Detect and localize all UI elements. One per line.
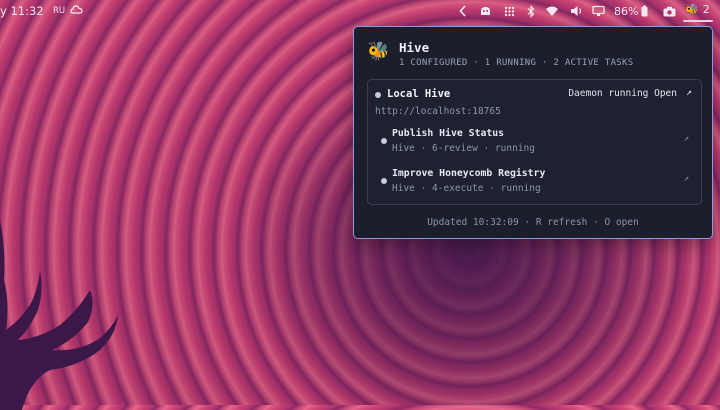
antler-silhouette: [0, 220, 118, 410]
battery-percentage[interactable]: 86%: [614, 5, 638, 18]
hive-card: Local Hive Daemon running Open ↗ http://…: [367, 79, 702, 205]
popup-footer: Updated 10:32:09 · R refresh · O open: [427, 217, 639, 228]
task-meta: Hive · 4-execute · running: [392, 183, 541, 194]
clock[interactable]: y 11:32: [0, 4, 44, 18]
external-link-icon[interactable]: ↗: [684, 174, 689, 184]
status-dot-icon: [375, 92, 381, 98]
status-dot-icon: [381, 138, 387, 144]
active-indicator: [683, 20, 713, 22]
volume-icon[interactable]: [569, 3, 583, 19]
camera-icon[interactable]: [662, 3, 676, 19]
chevron-left-icon[interactable]: [458, 3, 468, 19]
external-link-icon[interactable]: ↗: [684, 134, 689, 144]
hive-open-link[interactable]: Daemon running Open: [568, 88, 677, 99]
popup-summary: 1 CONFIGURED · 1 RUNNING · 2 ACTIVE TASK…: [399, 58, 634, 68]
external-link-icon[interactable]: ↗: [686, 87, 692, 98]
status-dot-icon: [381, 178, 387, 184]
weather-icon[interactable]: [70, 3, 84, 20]
hive-tray-button[interactable]: 🐝 2: [685, 3, 710, 16]
bee-icon: 🐝: [367, 41, 390, 62]
popup-title: Hive: [399, 40, 430, 55]
keyboard-layout-indicator[interactable]: RU: [53, 6, 65, 16]
task-meta: Hive · 6-review · running: [392, 143, 535, 154]
hive-tray-count: 2: [702, 3, 710, 16]
wifi-icon[interactable]: [545, 3, 559, 19]
top-bar: y 11:32 RU 86% 🐝 2: [0, 0, 720, 22]
bluetooth-icon[interactable]: [526, 3, 536, 19]
task-title: Improve Honeycomb Registry: [392, 168, 546, 179]
display-icon[interactable]: [591, 3, 605, 19]
task-title: Publish Hive Status: [392, 128, 505, 139]
hive-popup: 🐝 Hive 1 CONFIGURED · 1 RUNNING · 2 ACTI…: [353, 26, 713, 239]
hive-name: Local Hive: [387, 88, 451, 100]
hive-daemon-icon[interactable]: [478, 3, 492, 19]
hive-url[interactable]: http://localhost:18765: [375, 106, 501, 117]
grid-icon[interactable]: [503, 3, 515, 19]
battery-icon[interactable]: [640, 3, 649, 19]
bee-icon: 🐝: [685, 3, 699, 16]
